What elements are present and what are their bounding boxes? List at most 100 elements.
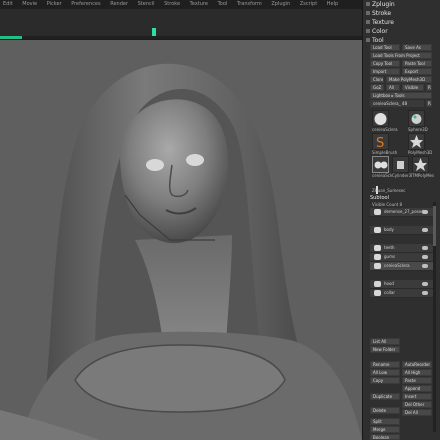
- subtool-thumb-icon: [374, 263, 381, 269]
- rename-button[interactable]: Rename: [370, 361, 400, 368]
- label: gums: [384, 254, 396, 259]
- tool-thumb-ceniea-sclera[interactable]: [372, 110, 389, 127]
- svg-text:S: S: [376, 136, 384, 149]
- eye-icon[interactable]: [422, 291, 428, 295]
- menu-preferences[interactable]: Preferences: [71, 1, 100, 7]
- menu-zplugin[interactable]: Zplugin: [271, 1, 290, 7]
- menu-texture[interactable]: Texture: [190, 1, 208, 7]
- export-button[interactable]: Export: [402, 68, 432, 75]
- subtool-scrollbar[interactable]: [433, 202, 436, 432]
- subtool-item[interactable]: gums: [370, 253, 434, 262]
- all-button[interactable]: All: [386, 84, 400, 91]
- autoreorder-button[interactable]: AutoReorder: [402, 361, 432, 368]
- tool-thumb-sphere3d[interactable]: [408, 110, 425, 127]
- menu-stencil[interactable]: Stencil: [138, 1, 155, 7]
- subtool-item[interactable]: body: [370, 226, 434, 235]
- eye-icon[interactable]: [422, 210, 428, 214]
- menu-stroke[interactable]: Stroke: [164, 1, 180, 7]
- menu-help[interactable]: Help: [327, 1, 338, 7]
- menu-zscript[interactable]: Zscript: [300, 1, 317, 7]
- copy-tool-button[interactable]: Copy Tool: [370, 60, 400, 67]
- subtool-item[interactable]: demense_27_posed: [370, 208, 434, 217]
- new-folder-button[interactable]: New Folder: [370, 346, 400, 353]
- append-button[interactable]: Append: [402, 385, 432, 392]
- copy-button[interactable]: Copy: [370, 377, 400, 384]
- panel-toggle-icon: [366, 2, 370, 6]
- label: Texture: [372, 19, 394, 26]
- paste-button[interactable]: Paste: [402, 377, 432, 384]
- subtool-item-selected[interactable]: cenieaSclera: [370, 262, 434, 271]
- tool-label: ZHuan_Sumesec: [372, 188, 406, 193]
- lightbox-tools-button[interactable]: Lightbox ▸ Tools: [370, 92, 432, 99]
- boolean-button[interactable]: Boolean: [370, 434, 400, 440]
- eye-icon[interactable]: [422, 228, 428, 232]
- menu-stroke-panel[interactable]: Stroke: [363, 9, 440, 18]
- menu-movie[interactable]: Movie: [22, 1, 37, 7]
- scrollbar-thumb[interactable]: [433, 206, 436, 246]
- menu-texture-panel[interactable]: Texture: [363, 18, 440, 27]
- r-button[interactable]: R: [426, 84, 432, 91]
- label: cenieaSclera: [384, 263, 410, 268]
- current-tool-slider[interactable]: cenieaSclera_ 48: [370, 100, 424, 107]
- s-brush-icon: S: [376, 136, 384, 151]
- split-button[interactable]: Split: [370, 418, 400, 425]
- star-icon: [414, 158, 427, 171]
- merge-button[interactable]: Merge: [370, 426, 400, 433]
- sculpt-model: [0, 40, 362, 440]
- figure-icon: [372, 179, 382, 194]
- all-low-button[interactable]: All Low: [370, 369, 400, 376]
- eye-icon[interactable]: [422, 282, 428, 286]
- menu-tool[interactable]: Tool: [218, 1, 228, 7]
- del-all-button[interactable]: Del All: [402, 409, 432, 416]
- subtool-item[interactable]: teeth: [370, 244, 434, 253]
- save-as-button[interactable]: Save As: [402, 44, 432, 51]
- tool-thumb-polymesh3d[interactable]: [408, 133, 425, 150]
- paste-tool-button[interactable]: Paste Tool: [402, 60, 432, 67]
- panel-toggle-icon: [366, 38, 370, 42]
- menu-transform[interactable]: Transform: [237, 1, 262, 7]
- eye-icon[interactable]: [422, 264, 428, 268]
- all-high-button[interactable]: All High: [402, 369, 432, 376]
- insert-button[interactable]: Insert: [402, 393, 432, 400]
- goz-button[interactable]: GoZ: [370, 84, 384, 91]
- menu-zplugin-panel[interactable]: Zplugin: [363, 0, 440, 9]
- tool-thumb-ceniea-sclera-active[interactable]: [372, 156, 389, 173]
- timeline-cursor[interactable]: [152, 28, 156, 36]
- panel-toggle-icon: [366, 20, 370, 24]
- delete-button[interactable]: Delete: [370, 407, 400, 414]
- subtool-item[interactable]: hood: [370, 280, 434, 289]
- visible-button[interactable]: Visible: [402, 84, 424, 91]
- tool-label: PolyMesh3D: [408, 150, 433, 155]
- left-eye: [146, 159, 164, 171]
- subtool-header[interactable]: Subtool: [370, 195, 430, 201]
- r-button-2[interactable]: R: [426, 100, 432, 107]
- eye-icon[interactable]: [422, 246, 428, 250]
- panel-toggle-icon: [366, 29, 370, 33]
- make-polymesh-button[interactable]: Make PolyMesh3D: [386, 76, 432, 83]
- star-icon: [410, 135, 423, 148]
- canvas-viewport[interactable]: [0, 40, 362, 440]
- cylinder-icon: [397, 161, 404, 169]
- duplicate-button[interactable]: Duplicate: [370, 393, 400, 400]
- eye-icon[interactable]: [422, 255, 428, 259]
- progress-fill: [0, 36, 22, 39]
- tool-thumb-simplebrush[interactable]: S: [372, 133, 389, 151]
- subtool-thumb-icon: [374, 254, 381, 260]
- menu-edit[interactable]: Edit: [3, 1, 13, 7]
- import-button[interactable]: Import: [370, 68, 400, 75]
- label: Color: [372, 28, 388, 35]
- list-all-button[interactable]: List All: [370, 338, 400, 345]
- menu-picker[interactable]: Picker: [47, 1, 62, 7]
- del-other-button[interactable]: Del Other: [402, 401, 432, 408]
- tool-thumb-cylinder3d[interactable]: [392, 156, 409, 173]
- subtool-item[interactable]: collar: [370, 289, 434, 298]
- sphere-icon: [374, 161, 388, 169]
- load-tools-from-project-button[interactable]: Load Tools From Project: [370, 52, 432, 59]
- menu-color-panel[interactable]: Color: [363, 27, 440, 36]
- load-tool-button[interactable]: Load Tool: [370, 44, 400, 51]
- clone-button[interactable]: Clone: [370, 76, 384, 83]
- menu-render[interactable]: Render: [110, 1, 128, 7]
- tool-label: SimpleBrush: [372, 150, 398, 155]
- tool-thumb-tmpolymesh[interactable]: [412, 156, 429, 173]
- sphere-icon: [374, 113, 387, 125]
